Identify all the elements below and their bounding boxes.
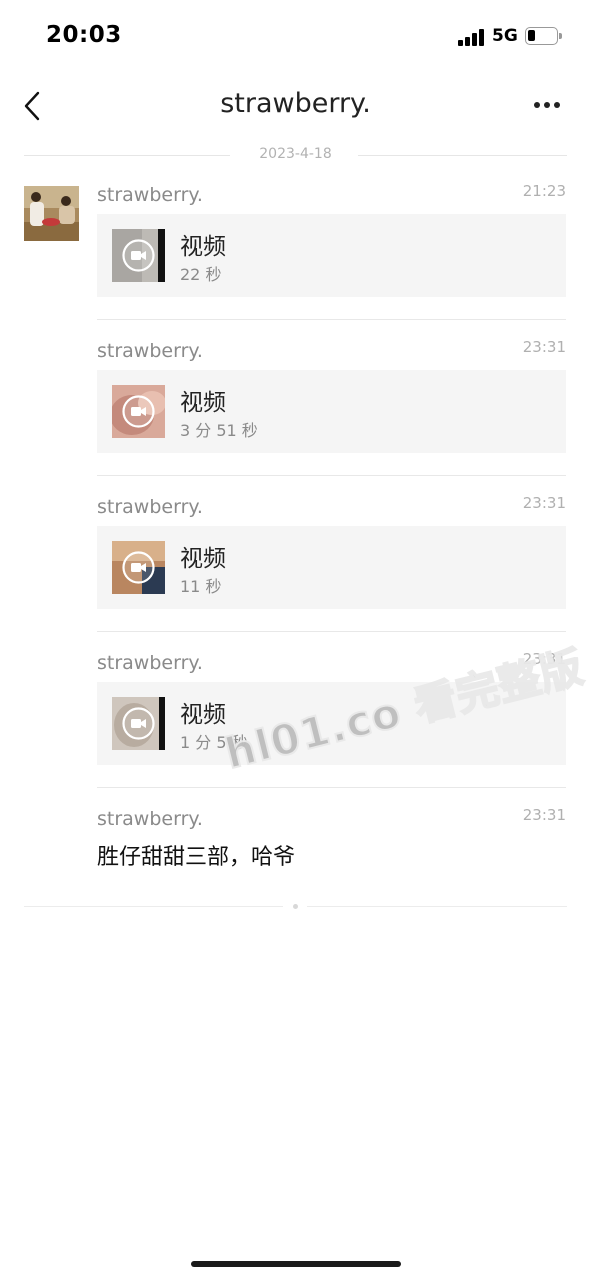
message-time: 23:31: [522, 494, 566, 512]
video-camera-icon: [122, 239, 155, 272]
more-dots-icon[interactable]: [530, 92, 564, 118]
home-indicator[interactable]: [191, 1261, 401, 1267]
video-thumbnail: [112, 541, 165, 594]
network-type: 5G: [492, 26, 518, 46]
message-separator: [97, 475, 566, 476]
message-separator: [97, 631, 566, 632]
message-time: 23:31: [522, 338, 566, 356]
status-time: 20:03: [46, 22, 122, 48]
chat-header: strawberry.: [0, 70, 591, 140]
video-label: 视频: [180, 234, 226, 260]
avatar[interactable]: [24, 186, 79, 241]
sender-name: strawberry.: [97, 808, 203, 830]
video-message-card[interactable]: 视频 3 分 51 秒: [97, 370, 566, 453]
video-thumbnail: [112, 229, 165, 282]
date-label: 2023-4-18: [259, 146, 332, 162]
date-divider: 2023-4-18: [24, 145, 567, 165]
video-camera-icon: [122, 395, 155, 428]
video-thumbnail: [112, 697, 165, 750]
sender-name: strawberry.: [97, 652, 203, 674]
video-camera-icon: [122, 707, 155, 740]
text-message[interactable]: 胜仔甜甜三部，哈爷: [97, 839, 295, 871]
video-duration: 3 分 51 秒: [180, 421, 258, 440]
status-bar: 20:03 5G: [0, 0, 591, 70]
video-duration: 22 秒: [180, 265, 222, 284]
message-separator: [97, 787, 566, 788]
message-time: 21:23: [522, 182, 566, 200]
video-message-card[interactable]: 视频 22 秒: [97, 214, 566, 297]
video-label: 视频: [180, 390, 226, 416]
sender-name: strawberry.: [97, 184, 203, 206]
video-message-card[interactable]: 视频 11 秒: [97, 526, 566, 609]
signal-icon: [458, 28, 486, 46]
video-duration: 11 秒: [180, 577, 222, 596]
message-separator: [97, 319, 566, 320]
page-title: strawberry.: [220, 88, 371, 119]
battery-icon: [525, 27, 562, 45]
video-camera-icon: [122, 551, 155, 584]
message-time: 23:31: [522, 806, 566, 824]
end-divider: [24, 903, 567, 911]
video-label: 视频: [180, 546, 226, 572]
video-thumbnail: [112, 385, 165, 438]
sender-name: strawberry.: [97, 340, 203, 362]
sender-name: strawberry.: [97, 496, 203, 518]
